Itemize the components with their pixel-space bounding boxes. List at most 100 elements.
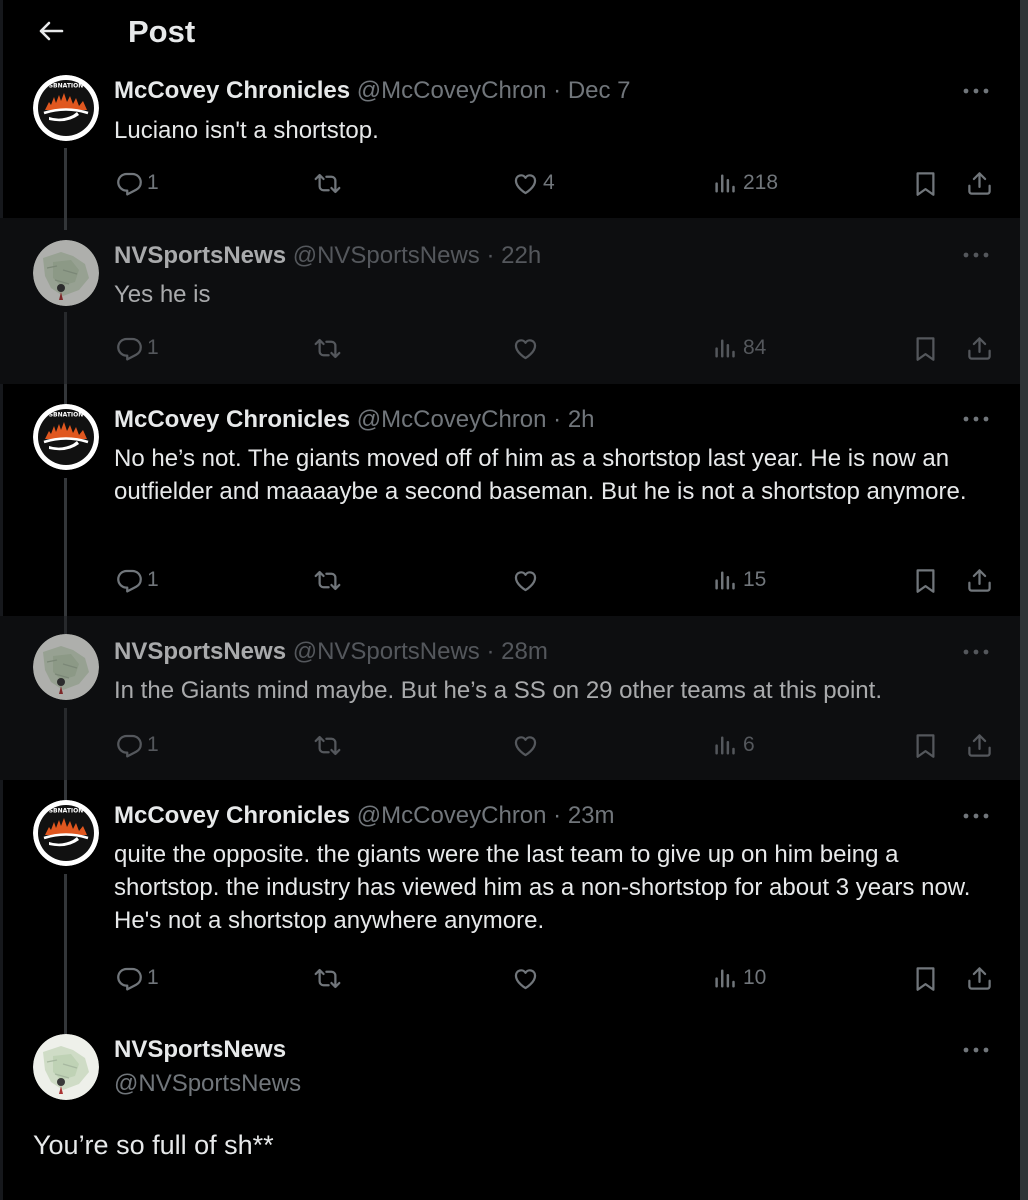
tweet[interactable]: McCovey Chronicles @McCoveyChron · Dec 7… [0,66,1020,218]
tweet[interactable]: NVSportsNews @NVSportsNews · 22h Yes he … [0,218,1020,384]
retweet-button[interactable] [314,961,341,995]
author-handle[interactable]: @McCoveyChron · Dec 7 [357,77,631,104]
bookmark-button[interactable] [912,961,939,995]
bookmark-button[interactable] [912,563,939,597]
more-icon[interactable] [962,87,990,95]
views-button[interactable]: 10 [712,961,766,995]
author-handle[interactable]: @McCoveyChron · 23m [357,802,615,829]
tweet-text: In the Giants mind maybe. But he’s a SS … [114,677,882,704]
more-icon[interactable] [962,1046,990,1054]
share-button[interactable] [966,961,993,995]
retweet-button[interactable] [314,166,341,200]
author-handle[interactable]: @McCoveyChron · 2h [357,406,595,433]
tweet[interactable]: NVSportsNews @NVSportsNews · 28m In the … [0,616,1020,780]
avatar[interactable] [33,800,99,866]
more-icon[interactable] [962,415,990,423]
author-handle[interactable]: @NVSportsNews [114,1070,301,1097]
share-button[interactable] [966,563,993,597]
views-button[interactable]: 84 [712,331,766,365]
bookmark-button[interactable] [912,331,939,365]
share-icon [966,732,993,759]
reply-icon [116,170,143,197]
share-icon [966,170,993,197]
arrow-left-icon[interactable] [34,14,68,48]
author-name[interactable]: NVSportsNews [114,1036,286,1063]
more-icon[interactable] [962,251,990,259]
view-count: 84 [743,336,767,359]
author-row: NVSportsNews @NVSportsNews · 22h [114,242,541,270]
reply-button[interactable]: 1 [116,961,159,995]
heart-icon [512,335,539,362]
like-button[interactable] [512,728,543,762]
right-border [1020,0,1028,1200]
header: Post [0,0,1020,66]
views-button[interactable]: 15 [712,563,766,597]
reply-button[interactable]: 1 [116,728,159,762]
author-name[interactable]: NVSportsNews [114,638,286,665]
thread-line [64,1014,67,1034]
share-icon [966,567,993,594]
view-count: 15 [743,568,767,591]
thread-line [64,616,67,634]
heart-icon [512,567,539,594]
share-button[interactable] [966,331,993,365]
views-icon [712,965,739,992]
retweet-button[interactable] [314,331,341,365]
reply-button[interactable]: 1 [116,166,159,200]
views-button[interactable]: 218 [712,166,778,200]
bookmark-icon [912,335,939,362]
share-button[interactable] [966,166,993,200]
like-button[interactable] [512,563,543,597]
retweet-button[interactable] [314,728,341,762]
author-name[interactable]: McCovey Chronicles [114,77,350,104]
author-name[interactable]: McCovey Chronicles [114,406,350,433]
author-name[interactable]: NVSportsNews [114,242,286,269]
avatar[interactable] [33,240,99,306]
heart-icon [512,965,539,992]
author-row: McCovey Chronicles @McCoveyChron · 2h [114,406,595,434]
reply-button[interactable]: 1 [116,563,159,597]
bookmark-icon [912,567,939,594]
thread-line [64,218,67,230]
reply-count: 1 [147,568,159,591]
like-button[interactable]: 4 [512,166,555,200]
author-row: McCovey Chronicles @McCoveyChron · 23m [114,802,615,830]
avatar[interactable] [33,404,99,470]
thread-line [64,708,67,780]
share-button[interactable] [966,728,993,762]
author-name[interactable]: McCovey Chronicles [114,802,350,829]
thread-line [64,312,67,384]
avatar[interactable] [33,75,99,141]
reply-icon [116,567,143,594]
reply-button[interactable]: 1 [116,331,159,365]
page-title: Post [128,14,196,49]
main-post[interactable]: NVSportsNews @NVSportsNews You’re so ful… [0,1014,1020,1200]
action-bar: 1 4 218 [114,166,994,200]
main-post-text: You’re so full of sh** [33,1130,274,1160]
action-bar: 1 84 [114,331,994,365]
reply-count: 1 [147,336,159,359]
author-handle[interactable]: @NVSportsNews · 22h [293,242,541,269]
reply-icon [116,965,143,992]
like-button[interactable] [512,331,543,365]
author-handle[interactable]: @NVSportsNews · 28m [293,638,548,665]
tweet-text: Yes he is [114,281,211,308]
bookmark-icon [912,170,939,197]
views-button[interactable]: 6 [712,728,755,762]
retweet-button[interactable] [314,563,341,597]
more-icon[interactable] [962,812,990,820]
action-bar: 1 10 [114,961,994,995]
avatar[interactable] [33,1034,99,1100]
more-icon[interactable] [962,648,990,656]
retweet-icon [314,965,341,992]
thread-line [64,874,67,1014]
avatar[interactable] [33,634,99,700]
bookmark-button[interactable] [912,728,939,762]
action-bar: 1 15 [114,563,994,597]
bookmark-button[interactable] [912,166,939,200]
tweet[interactable]: McCovey Chronicles @McCoveyChron · 23m q… [0,780,1020,1014]
retweet-icon [314,567,341,594]
like-button[interactable] [512,961,543,995]
author-handle-row: @NVSportsNews [114,1070,301,1098]
tweet[interactable]: McCovey Chronicles @McCoveyChron · 2h No… [0,384,1020,616]
